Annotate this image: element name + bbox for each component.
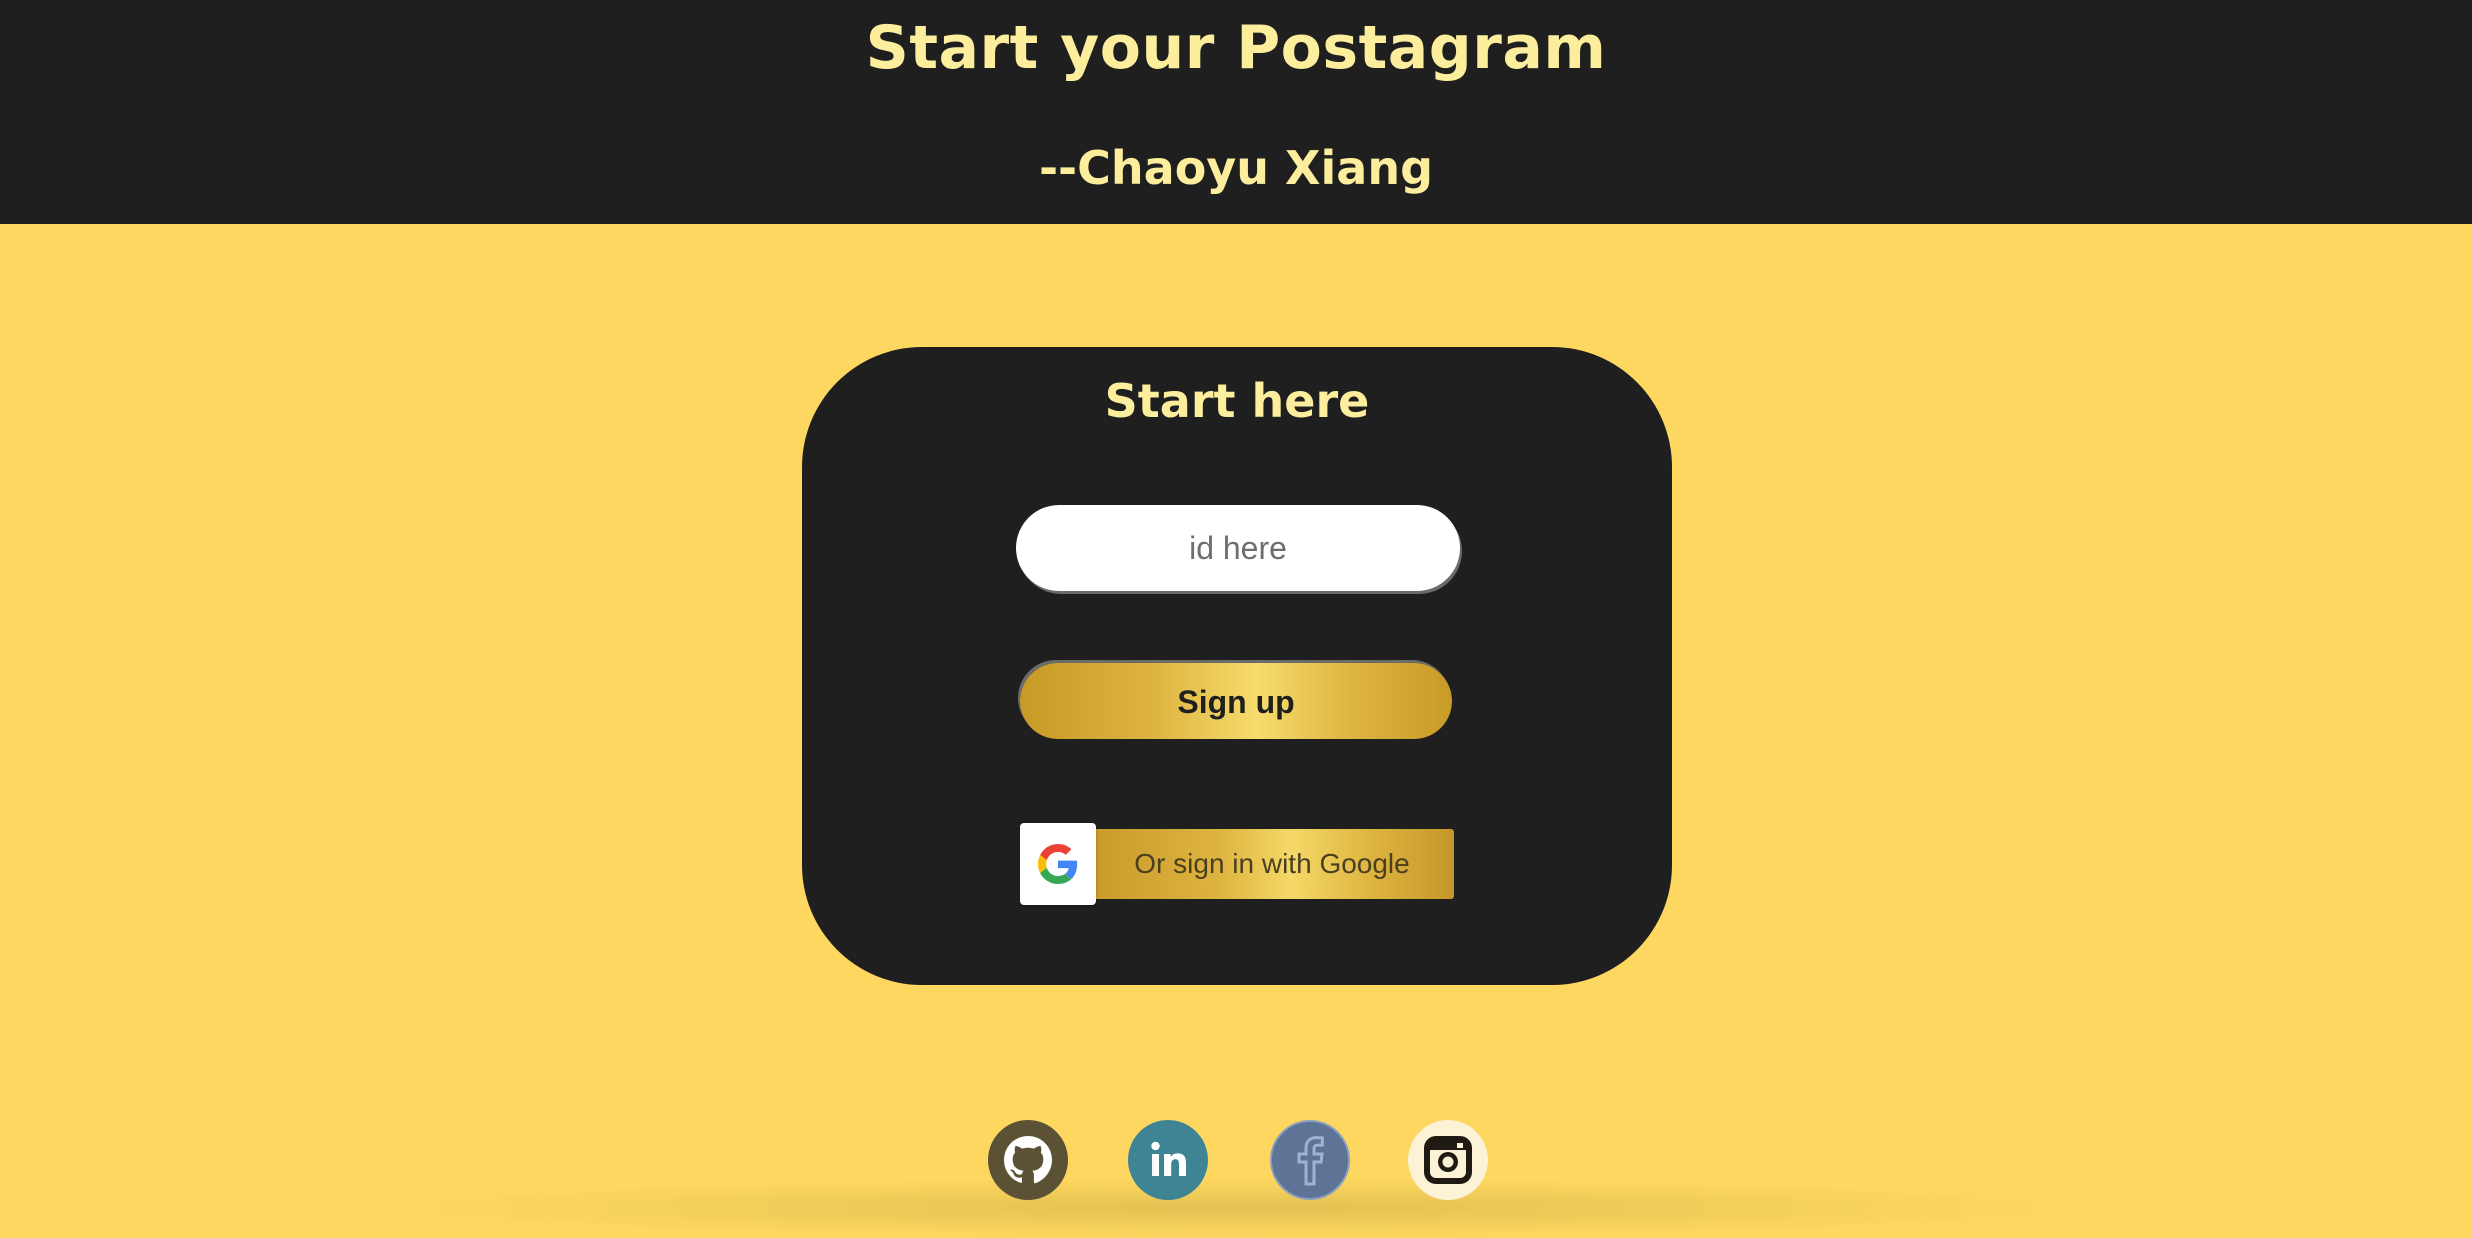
- page-title: Start your Postagram: [865, 13, 1607, 83]
- page-header: Start your Postagram --Chaoyu Xiang: [0, 0, 2472, 224]
- google-logo-box: [1020, 823, 1096, 905]
- github-icon: [988, 1120, 1068, 1200]
- instagram-icon: [1408, 1120, 1488, 1200]
- card-title: Start here: [1104, 374, 1370, 428]
- facebook-link[interactable]: [1270, 1120, 1350, 1200]
- facebook-icon: [1270, 1120, 1350, 1200]
- google-signin-label: Or sign in with Google: [1134, 848, 1410, 879]
- linkedin-icon: [1128, 1120, 1208, 1200]
- google-signin-button[interactable]: Or sign in with Google: [1020, 823, 1456, 905]
- google-icon: [1038, 844, 1078, 884]
- signup-button[interactable]: Sign up: [1020, 663, 1452, 739]
- linkedin-link[interactable]: [1128, 1120, 1208, 1200]
- github-link[interactable]: [988, 1120, 1068, 1200]
- footer-shadow: [380, 1178, 2092, 1238]
- instagram-link[interactable]: [1408, 1120, 1488, 1200]
- signup-card: Start here Sign up Or sign in with Googl…: [802, 347, 1672, 985]
- author-credit: --Chaoyu Xiang: [1038, 141, 1434, 195]
- id-input[interactable]: [1016, 505, 1460, 591]
